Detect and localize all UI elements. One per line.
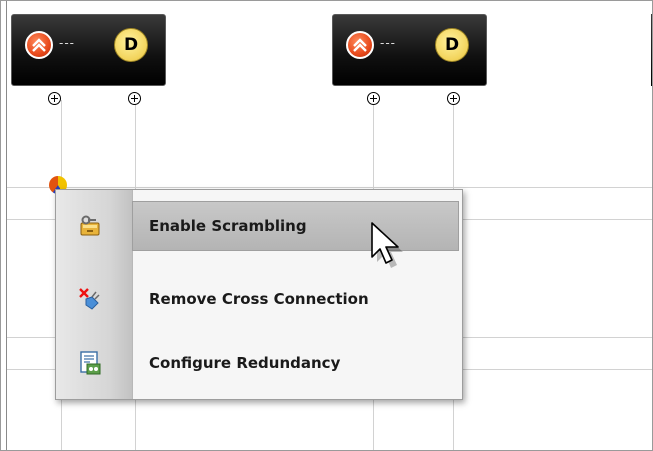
menu-item-label: Configure Redundancy [149, 354, 341, 372]
connection-line [7, 187, 653, 188]
key-lock-icon [78, 214, 102, 238]
alarm-chevron-icon [25, 31, 53, 59]
remove-connection-icon [78, 287, 102, 311]
node-separator: --- [380, 36, 396, 50]
menu-item-configure-redundancy[interactable]: Configure Redundancy [56, 338, 462, 388]
mouse-cursor-icon [368, 219, 408, 277]
node-badge: D [114, 28, 148, 62]
network-node[interactable]: --- D [11, 14, 166, 86]
add-port-icon[interactable] [128, 92, 141, 105]
menu-item-remove-cross-connection[interactable]: Remove Cross Connection [56, 274, 462, 324]
alarm-chevron-icon [346, 31, 374, 59]
node-separator: --- [59, 36, 75, 50]
add-port-icon[interactable] [447, 92, 460, 105]
network-node[interactable]: --- D [332, 14, 487, 86]
node-badge: D [435, 28, 469, 62]
redundancy-config-icon [78, 351, 102, 375]
add-port-icon[interactable] [48, 92, 61, 105]
menu-item-label: Enable Scrambling [149, 217, 307, 235]
add-port-icon[interactable] [367, 92, 380, 105]
menu-item-label: Remove Cross Connection [149, 290, 369, 308]
